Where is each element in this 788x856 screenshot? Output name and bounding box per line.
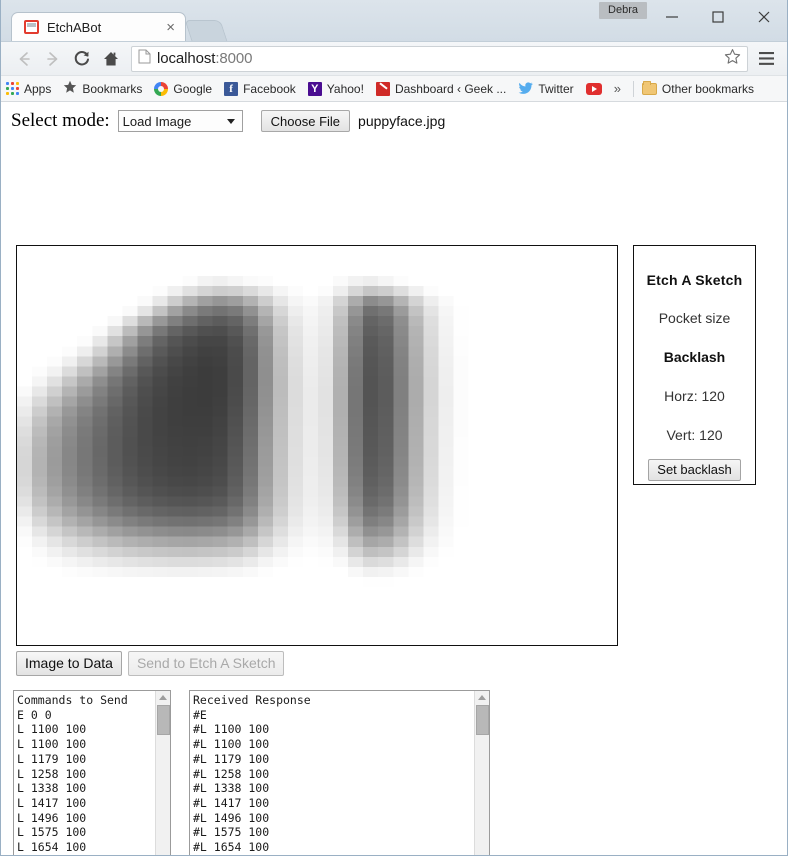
etch-panel-size: Pocket size bbox=[658, 310, 731, 326]
bookmark-twitter[interactable]: Twitter bbox=[518, 81, 574, 96]
backlash-heading: Backlash bbox=[663, 349, 726, 365]
window-controls bbox=[649, 0, 787, 33]
scrollbar-thumb[interactable] bbox=[157, 705, 170, 735]
page-icon bbox=[138, 49, 151, 69]
tab-strip: EtchABot × bbox=[11, 12, 228, 41]
mode-bar: Select mode: Load Image Choose File pupp… bbox=[1, 102, 787, 138]
image-to-data-button[interactable]: Image to Data bbox=[16, 651, 122, 676]
choose-file-button[interactable]: Choose File bbox=[260, 110, 351, 132]
bookmark-label: Bookmarks bbox=[82, 81, 143, 96]
address-bar[interactable]: localhost:8000 bbox=[131, 45, 748, 72]
bookmark-star-icon[interactable] bbox=[724, 48, 741, 70]
geek-icon bbox=[375, 81, 390, 96]
mode-select[interactable]: Load Image bbox=[117, 110, 243, 132]
bookmarks-overflow-button[interactable]: » bbox=[614, 81, 621, 96]
folder-icon bbox=[641, 80, 657, 95]
bookmark-label: Facebook bbox=[243, 81, 296, 96]
bookmark-label: Apps bbox=[24, 81, 52, 96]
commands-text: Commands to Send E 0 0 L 1100 100 L 1100… bbox=[17, 693, 128, 855]
bookmark-label: Google bbox=[173, 81, 213, 96]
tab-title: EtchABot bbox=[47, 19, 102, 35]
other-bookmarks-label: Other bookmarks bbox=[661, 81, 754, 96]
close-icon[interactable] bbox=[741, 0, 787, 33]
etch-panel-title: Etch A Sketch bbox=[646, 272, 743, 288]
minimize-icon[interactable] bbox=[649, 0, 695, 33]
scroll-up-icon[interactable] bbox=[159, 695, 167, 700]
puppy-image bbox=[17, 246, 617, 645]
mode-select-value: Load Image bbox=[122, 113, 192, 129]
divider bbox=[632, 80, 634, 97]
reload-icon[interactable] bbox=[67, 45, 96, 73]
set-backlash-button[interactable]: Set backlash bbox=[648, 459, 741, 481]
bookmark-apps[interactable]: Apps bbox=[6, 82, 51, 96]
select-mode-label: Select mode: bbox=[11, 110, 110, 131]
user-badge[interactable]: Debra bbox=[599, 2, 647, 19]
bookmarks-bar: Apps Bookmarks Google f Facebook Y Yahoo… bbox=[1, 76, 787, 102]
bookmark-dashboard-geek[interactable]: Dashboard ‹ Geek ... bbox=[375, 81, 507, 96]
twitter-icon bbox=[518, 82, 534, 95]
page-content: Select mode: Load Image Choose File pupp… bbox=[1, 102, 787, 855]
bookmark-facebook[interactable]: f Facebook bbox=[224, 81, 296, 96]
maximize-icon[interactable] bbox=[695, 0, 741, 33]
etchabot-favicon-icon bbox=[24, 20, 39, 34]
google-icon bbox=[154, 81, 169, 96]
back-arrow-icon[interactable] bbox=[9, 45, 38, 73]
yahoo-icon: Y bbox=[307, 81, 322, 96]
browser-toolbar: localhost:8000 bbox=[1, 42, 787, 76]
facebook-icon: f bbox=[224, 81, 239, 96]
commands-to-send-textarea[interactable]: Commands to Send E 0 0 L 1100 100 L 1100… bbox=[13, 690, 171, 855]
commands-scrollbar[interactable] bbox=[155, 691, 170, 855]
close-tab-icon[interactable]: × bbox=[166, 20, 175, 35]
action-buttons: Image to Data Send to Etch A Sketch bbox=[16, 651, 290, 676]
home-icon[interactable] bbox=[96, 45, 125, 73]
etch-a-sketch-panel: Etch A Sketch Pocket size Backlash Horz:… bbox=[633, 245, 756, 485]
send-to-etch-a-sketch-button[interactable]: Send to Etch A Sketch bbox=[127, 651, 285, 676]
apps-grid-icon bbox=[6, 82, 19, 95]
bookmark-label: Yahoo! bbox=[326, 81, 364, 96]
chevron-down-icon bbox=[226, 118, 235, 124]
scrollbar-thumb[interactable] bbox=[476, 705, 489, 735]
browser-window: EtchABot × Debra localhost:8000 Apps Boo… bbox=[0, 0, 788, 856]
selected-file-name: puppyface.jpg bbox=[358, 113, 446, 129]
bookmark-yahoo[interactable]: Y Yahoo! bbox=[307, 81, 364, 96]
backlash-vert-value: Vert: 120 bbox=[666, 427, 723, 443]
response-text: Received Response #E #L 1100 100 #L 1100… bbox=[193, 693, 311, 855]
title-bar: EtchABot × Debra bbox=[1, 0, 787, 42]
tab-etchabot[interactable]: EtchABot × bbox=[11, 12, 186, 41]
youtube-icon bbox=[585, 82, 602, 95]
forward-arrow-icon[interactable] bbox=[38, 45, 67, 73]
star-icon bbox=[63, 80, 77, 97]
bookmark-label: Dashboard ‹ Geek ... bbox=[394, 81, 507, 96]
bookmark-youtube[interactable] bbox=[585, 82, 602, 95]
url-text: localhost:8000 bbox=[157, 50, 720, 67]
backlash-horz-value: Horz: 120 bbox=[664, 388, 725, 404]
url-host: localhost bbox=[157, 50, 216, 67]
image-preview-canvas[interactable] bbox=[16, 245, 618, 646]
bookmark-bookmarks[interactable]: Bookmarks bbox=[63, 80, 142, 97]
url-port: :8000 bbox=[215, 50, 253, 67]
scroll-up-icon[interactable] bbox=[478, 695, 486, 700]
other-bookmarks-folder[interactable]: Other bookmarks bbox=[641, 80, 754, 96]
new-tab-button[interactable] bbox=[184, 20, 228, 41]
received-response-textarea[interactable]: Received Response #E #L 1100 100 #L 1100… bbox=[189, 690, 490, 855]
bookmark-google[interactable]: Google bbox=[154, 81, 213, 96]
response-scrollbar[interactable] bbox=[474, 691, 489, 855]
hamburger-menu-icon[interactable] bbox=[753, 51, 779, 66]
bookmark-label: Twitter bbox=[538, 81, 574, 96]
